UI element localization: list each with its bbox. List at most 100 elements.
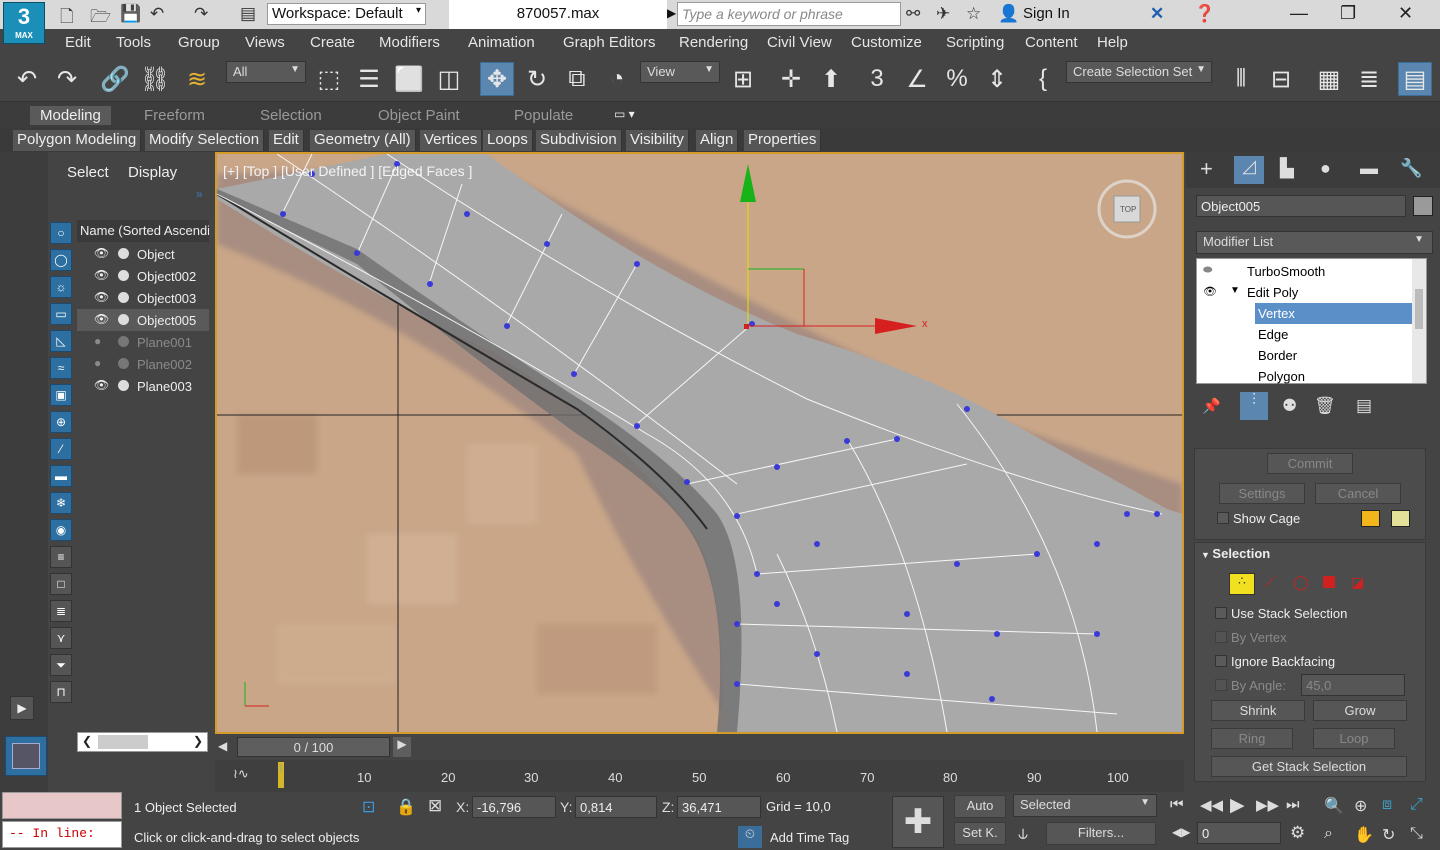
ribbon-edit[interactable]: Edit [269, 130, 304, 151]
select-by-name-icon[interactable]: ☰ [352, 62, 386, 96]
filter-options-icon[interactable]: ⋎ [50, 627, 72, 649]
grow-button[interactable]: Grow [1313, 700, 1407, 721]
visibility-eye-icon[interactable]: 👁 [94, 268, 109, 282]
stack-item-edge[interactable]: Edge [1197, 324, 1413, 345]
align-icon[interactable]: ⊟ [1264, 62, 1298, 96]
menu-modifiers[interactable]: Modifiers [379, 34, 440, 51]
make-unique-icon[interactable]: ⚉ [1282, 396, 1297, 416]
scene-row-plane003[interactable]: 👁 Plane003 [77, 375, 209, 397]
key-mode-dropdown[interactable]: Selected ▼ [1013, 794, 1157, 817]
y-coordinate-field[interactable]: 0,814 [575, 796, 657, 818]
workspace-dropdown[interactable]: Workspace: Default ▾ [267, 3, 426, 25]
key-filters-button[interactable]: Filters... [1046, 822, 1156, 845]
isolate-selection-icon[interactable]: ⊡ [362, 797, 375, 817]
auto-key-button[interactable]: Auto [954, 795, 1006, 818]
key-mode-toggle-icon[interactable]: ◀▶ [1172, 825, 1190, 839]
ring-button[interactable]: Ring [1211, 728, 1293, 749]
ribbon-vertices[interactable]: Vertices [420, 130, 483, 151]
filter-xrefs-icon[interactable]: ⊕ [50, 411, 72, 433]
absolute-mode-icon[interactable]: ⊠ [428, 796, 442, 816]
filter-lights-icon[interactable]: ☼ [50, 276, 72, 298]
time-tag-icon[interactable]: ⏲ [738, 826, 762, 848]
cage-selected-color-swatch[interactable] [1391, 510, 1410, 527]
configure-modifier-sets-icon[interactable]: ▤ [1356, 396, 1372, 416]
orbit-icon[interactable]: ↻ [1382, 825, 1395, 845]
filter-bones-icon[interactable]: ⁄ [50, 438, 72, 460]
filter-funnel-icon[interactable]: ⏷ [50, 654, 72, 676]
keyboard-shortcut-override-icon[interactable]: ⬆ [814, 62, 848, 96]
object-color-swatch[interactable] [1413, 196, 1433, 216]
stack-item-border[interactable]: Border [1197, 345, 1413, 366]
menu-customize[interactable]: Customize [851, 34, 922, 51]
angle-snap-icon[interactable]: ∠ [900, 62, 934, 96]
visibility-eye-icon[interactable]: ● [94, 356, 101, 370]
spinner-snap-icon[interactable]: ⇕ [980, 62, 1014, 96]
redo-icon[interactable]: ↷ [194, 4, 208, 24]
filter-hidden-icon[interactable]: ◉ [50, 519, 72, 541]
maxscript-input[interactable]: -- In line: [2, 821, 122, 848]
filter-helpers-icon[interactable]: ◺ [50, 330, 72, 352]
menu-help[interactable]: Help [1097, 34, 1128, 51]
show-cage-checkbox[interactable] [1217, 512, 1229, 524]
scene-row-object003[interactable]: 👁 Object003 [77, 287, 209, 309]
scene-row-object005[interactable]: 👁 Object005 [77, 309, 209, 331]
z-coordinate-field[interactable]: 36,471 [677, 796, 761, 818]
reference-coordinate-dropdown[interactable]: View ▼ [640, 61, 720, 83]
ribbon-options-icon[interactable]: ▭ ▾ [614, 107, 635, 121]
filter-spacewarps-icon[interactable]: ≈ [50, 357, 72, 379]
select-and-move-icon[interactable]: ✥ [480, 62, 514, 96]
scene-tab-select[interactable]: Select [67, 164, 109, 181]
communication-icon[interactable]: ✈ [936, 4, 950, 24]
display-tab-icon[interactable]: ▬ [1360, 158, 1378, 179]
edge-mode-icon[interactable]: ⟋ [1265, 574, 1275, 591]
filter-geometry-icon[interactable]: ○ [50, 222, 72, 244]
tab-freeform[interactable]: Freeform [144, 107, 205, 124]
scene-explorer-icon[interactable]: ▦ [1312, 62, 1346, 96]
project-folder-icon[interactable]: ▤ [240, 4, 256, 24]
ribbon-subdivision[interactable]: Subdivision [536, 130, 622, 151]
binoculars-icon[interactable]: ⚯ [906, 4, 920, 24]
select-and-scale-icon[interactable]: ⧉ [560, 62, 594, 96]
ribbon-visibility[interactable]: Visibility [626, 130, 689, 151]
zoom-extents-all-icon[interactable]: ⤢ [1410, 796, 1423, 814]
viewport-layout-tab[interactable] [5, 736, 47, 776]
named-selection-set-dropdown[interactable]: Create Selection Set ▼ [1066, 61, 1212, 83]
scene-column-header[interactable]: Name (Sorted Ascending) [77, 220, 209, 242]
filter-shapes-icon[interactable]: ◯ [50, 249, 72, 271]
motion-tab-icon[interactable]: ● [1320, 158, 1331, 179]
select-object-icon[interactable]: ⬚ [312, 62, 346, 96]
select-and-rotate-icon[interactable]: ↻ [520, 62, 554, 96]
pin-stack-icon[interactable]: 📌 [1202, 397, 1221, 415]
ignore-backfacing-checkbox[interactable] [1215, 655, 1227, 667]
maximize-icon[interactable]: ❐ [1340, 3, 1356, 24]
visibility-eye-icon[interactable]: 👁 [94, 312, 109, 326]
unlink-icon[interactable]: ⛓ [138, 62, 172, 96]
menu-animation[interactable]: Animation [468, 34, 535, 51]
go-to-start-icon[interactable]: ⏮ [1170, 796, 1184, 813]
add-time-tag-button[interactable]: Add Time Tag [770, 830, 849, 845]
filter-frozen-icon[interactable]: ❄ [50, 492, 72, 514]
shrink-button[interactable]: Shrink [1211, 700, 1305, 721]
scene-row-object002[interactable]: 👁 Object002 [77, 265, 209, 287]
filter-containers-icon[interactable]: ▬ [50, 465, 72, 487]
selection-rollout-title[interactable]: ▼ Selection [1201, 546, 1270, 561]
edit-named-selection-icon[interactable]: { [1026, 62, 1060, 96]
sign-in-button[interactable]: Sign In [1023, 5, 1070, 22]
menu-content[interactable]: Content [1025, 34, 1078, 51]
angle-value-field[interactable]: 45,0 [1301, 674, 1405, 696]
display-invert-icon[interactable]: ≣ [50, 600, 72, 622]
tab-modeling[interactable]: Modeling [30, 106, 111, 125]
autodesk-exchange-icon[interactable]: ✕ [1150, 4, 1164, 24]
undo-icon[interactable]: ↶ [10, 62, 44, 96]
time-configuration-icon[interactable]: ⚙ [1290, 823, 1305, 843]
rectangular-selection-icon[interactable]: ⬜ [392, 62, 426, 96]
scene-row-plane001[interactable]: ● Plane001 [77, 331, 209, 353]
by-angle-checkbox[interactable] [1215, 679, 1227, 691]
play-icon[interactable]: ▶ [1230, 794, 1245, 817]
object-name-field[interactable]: Object005 [1196, 195, 1406, 217]
modify-tab-icon[interactable]: ◿ [1234, 156, 1264, 184]
viewport-canvas[interactable]: x TOP [217, 154, 1182, 732]
set-key-button[interactable]: Set K. [954, 822, 1006, 845]
modifier-stack[interactable]: ⬬ TurboSmooth 👁 ▼ Edit Poly Vertex Edge Bor… [1196, 258, 1427, 384]
zoom-region-icon[interactable]: ⌕ [1324, 825, 1333, 843]
